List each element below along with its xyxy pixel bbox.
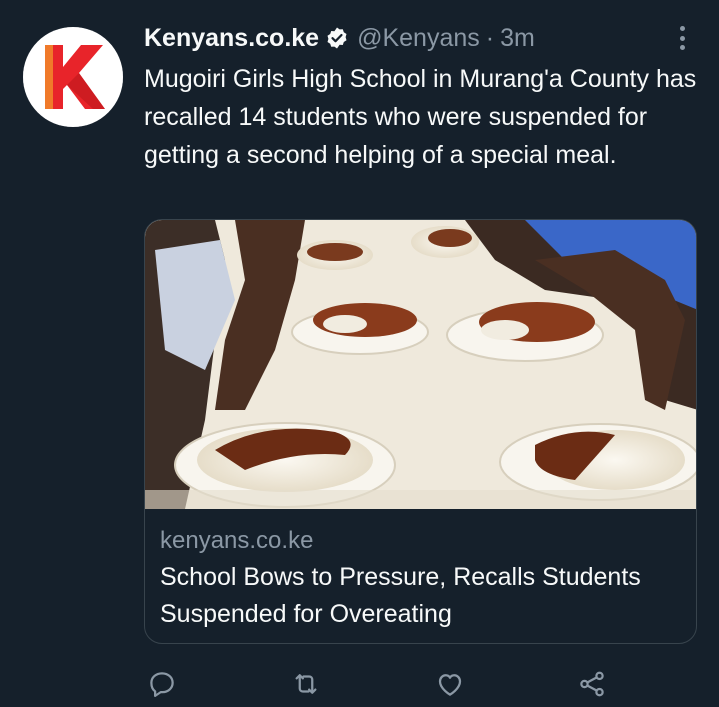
- header-separator: ·: [485, 23, 495, 52]
- link-card[interactable]: kenyans.co.ke School Bows to Pressure, R…: [144, 219, 697, 644]
- meal-plates-photo: [145, 220, 696, 509]
- author-handle[interactable]: @Kenyans: [357, 24, 480, 53]
- card-title: School Bows to Pressure, Recalls Student…: [160, 563, 641, 628]
- card-body: kenyans.co.ke School Bows to Pressure, R…: [160, 525, 686, 633]
- tweet-timestamp[interactable]: 3m: [500, 24, 535, 53]
- like-icon[interactable]: [432, 666, 468, 702]
- card-image: [145, 220, 696, 509]
- kenyans-logo: [23, 27, 123, 127]
- verified-badge-icon: [325, 26, 349, 50]
- author-name[interactable]: Kenyans.co.ke: [144, 24, 319, 53]
- card-domain: kenyans.co.ke: [160, 527, 314, 554]
- share-icon[interactable]: [574, 666, 610, 702]
- author-avatar[interactable]: [23, 27, 123, 127]
- tweet-text: Mugoiri Girls High School in Murang'a Co…: [144, 65, 697, 169]
- retweet-icon[interactable]: [288, 666, 324, 702]
- tweet-header: Kenyans.co.ke @Kenyans · 3m: [144, 20, 689, 56]
- tweet-actions: [144, 666, 624, 702]
- reply-icon[interactable]: [144, 666, 180, 702]
- more-options-icon[interactable]: [672, 24, 692, 52]
